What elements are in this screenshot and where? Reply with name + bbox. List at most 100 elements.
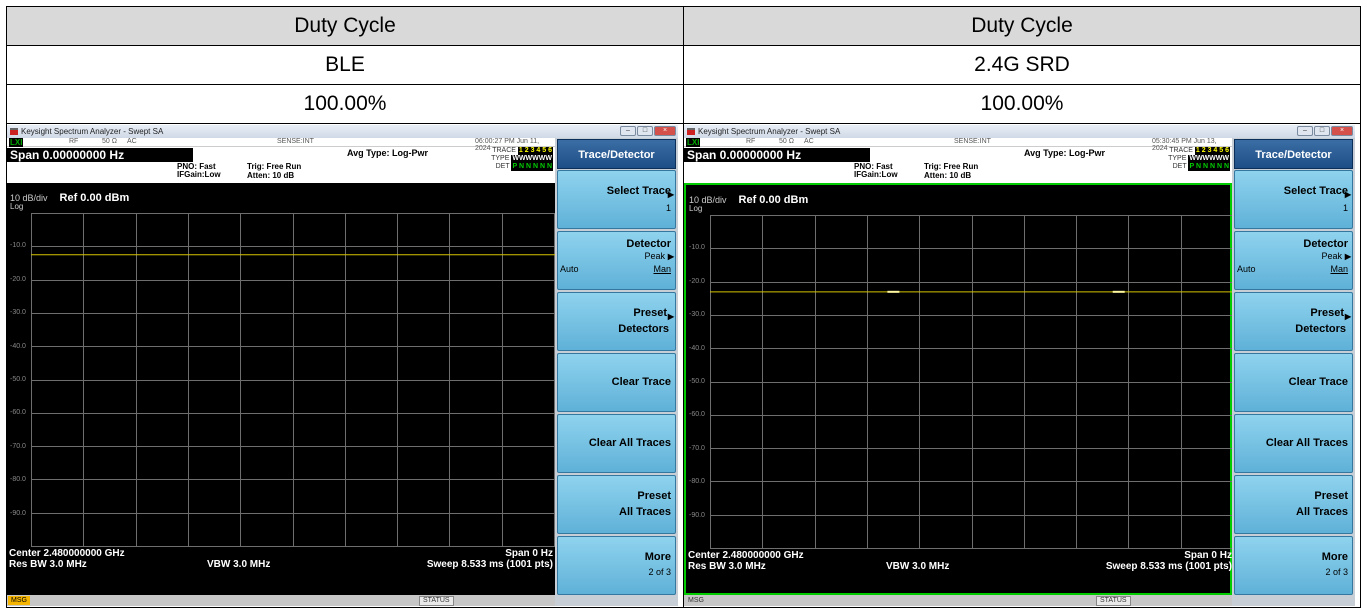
type-label: TYPE — [491, 155, 510, 162]
ref-level: Ref 0.00 dBm — [59, 192, 130, 204]
detector-auto: Auto — [560, 264, 579, 274]
clear-all-traces-button[interactable]: Clear All Traces — [1234, 414, 1353, 473]
detector-button[interactable]: Detector Peak ▶ Auto Man — [557, 231, 676, 290]
y-axis-tick-label: -20.0 — [10, 275, 26, 283]
y-axis-tick-label: -50.0 — [689, 378, 705, 385]
preset-all-label-1: Preset — [1314, 490, 1348, 502]
y-axis-tick-label: -80.0 — [689, 478, 705, 486]
analyzer-cell-ble: Keysight Spectrum Analyzer - Swept SA – … — [6, 123, 684, 608]
type-values: WWWWWW — [511, 155, 553, 163]
header-duty-cycle-srd: Duty Cycle — [683, 6, 1361, 46]
trig-label: Trig: Free Run — [247, 162, 302, 171]
log-label: Log — [689, 204, 703, 213]
clear-trace-button[interactable]: Clear Trace — [1234, 353, 1353, 412]
lxi-indicator: LXI — [686, 138, 701, 147]
menu-title: Trace/Detector — [1234, 139, 1353, 169]
type-label: TYPE — [1168, 155, 1187, 162]
more-button[interactable]: More 2 of 3 — [557, 536, 676, 595]
sense-label: SENSE:INT — [954, 138, 991, 145]
preset-detectors-button[interactable]: Preset ▶ Detectors — [1234, 292, 1353, 351]
minimize-icon[interactable]: – — [1297, 126, 1313, 136]
trace-digits: 1 2 3 4 5 6 — [517, 147, 553, 155]
preset-detectors-label-1: Preset — [1310, 307, 1344, 319]
clear-trace-label: Clear Trace — [611, 376, 671, 388]
mode-srd: 2.4G SRD — [683, 45, 1361, 85]
window-title: Keysight Spectrum Analyzer - Swept SA — [698, 127, 841, 136]
status-indicator[interactable]: STATUS — [419, 596, 454, 606]
center-frequency: Center 2.480000000 GHz — [9, 548, 125, 559]
submenu-arrow-icon: ▶ — [1344, 252, 1351, 261]
duty-value-srd: 100.00% — [683, 84, 1361, 124]
detector-man: Man — [653, 264, 671, 274]
vbw: VBW 3.0 MHz — [207, 559, 271, 570]
maximize-icon[interactable]: □ — [1314, 126, 1330, 136]
clear-trace-button[interactable]: Clear Trace — [557, 353, 676, 412]
maximize-icon[interactable]: □ — [637, 126, 653, 136]
preset-detectors-label-2: Detectors — [1295, 323, 1346, 335]
mode-ble: BLE — [6, 45, 684, 85]
clear-all-traces-label: Clear All Traces — [588, 437, 671, 449]
status-indicator[interactable]: STATUS — [1096, 596, 1131, 606]
message-bar: MSG STATUS — [7, 595, 555, 606]
status-line: LXI RF 50 Ω AC SENSE:INT 06:00:27 PM Jun… — [7, 138, 555, 152]
clear-all-traces-button[interactable]: Clear All Traces — [557, 414, 676, 473]
y-axis-tick-label: -30.0 — [689, 311, 705, 319]
scale-ref: 10 dB/div Ref 0.00 dBm — [689, 194, 808, 206]
close-icon[interactable]: × — [654, 126, 676, 136]
plot-area: 10 dB/div Ref 0.00 dBm Log -10.0 -20.0 -30.… — [7, 183, 555, 595]
lxi-indicator: LXI — [9, 138, 24, 147]
graticule — [710, 215, 1234, 549]
y-axis-tick-label: -70.0 — [10, 442, 26, 450]
window-buttons: – □ × — [620, 126, 676, 136]
detector-button[interactable]: Detector Peak ▶ Auto Man — [1234, 231, 1353, 290]
plot-area: 10 dB/div Ref 0.00 dBm Log -10.0 -20.0 -30.… — [684, 183, 1234, 595]
y-axis-tick-label: -60.0 — [10, 409, 26, 417]
settings-panel: LXI RF 50 Ω AC SENSE:INT 06:00:27 PM Jun… — [7, 138, 555, 183]
more-label: More — [644, 551, 671, 563]
detector-label: Detector — [1303, 238, 1348, 250]
minimize-icon[interactable]: – — [620, 126, 636, 136]
y-axis-tick-label: -10.0 — [10, 242, 26, 250]
window-title: Keysight Spectrum Analyzer - Swept SA — [21, 127, 164, 136]
ifgain-label: IFGain:Low — [854, 170, 898, 179]
spectrum-analyzer-screenshot: Keysight Spectrum Analyzer - Swept SA – … — [684, 125, 1355, 606]
submenu-arrow-icon: ▶ — [1344, 190, 1351, 199]
select-trace-button[interactable]: Select Trace ▶ 1 — [1234, 170, 1353, 229]
res-bw: Res BW 3.0 MHz — [688, 561, 766, 572]
trace-peak — [887, 290, 900, 293]
msg-indicator: MSG — [8, 596, 30, 605]
preset-all-traces-button[interactable]: Preset All Traces — [557, 475, 676, 534]
more-button[interactable]: More 2 of 3 — [1234, 536, 1353, 595]
trace-digits: 1 2 3 4 5 6 — [1194, 147, 1230, 155]
trace-peak — [1112, 290, 1125, 293]
window-buttons: – □ × — [1297, 126, 1353, 136]
y-axis-tick-label: -30.0 — [10, 309, 26, 317]
submenu-arrow-icon: ▶ — [667, 252, 674, 261]
trace-status-box: TRACE 1 2 3 4 5 6 TYPE WWWWWW DET P N N … — [491, 147, 553, 171]
msg-indicator: MSG — [688, 597, 704, 604]
avg-type-label: Avg Type: Log-Pwr — [347, 148, 428, 158]
y-axis-tick-label: -10.0 — [689, 244, 705, 252]
preset-detectors-button[interactable]: Preset ▶ Detectors — [557, 292, 676, 351]
preset-all-traces-button[interactable]: Preset All Traces — [1234, 475, 1353, 534]
select-trace-button[interactable]: Select Trace ▶ 1 — [557, 170, 676, 229]
preset-detectors-label-2: Detectors — [618, 323, 669, 335]
softkey-panel: Trace/Detector Select Trace ▶ 1 Detector… — [1232, 138, 1355, 606]
atten-label: Atten: 10 dB — [924, 171, 972, 180]
impedance-label: 50 Ω — [102, 138, 117, 145]
app-icon — [687, 128, 695, 135]
close-icon[interactable]: × — [1331, 126, 1353, 136]
det-values: P N N N N N — [1188, 163, 1230, 171]
trace-status-box: TRACE 1 2 3 4 5 6 TYPE WWWWWW DET P N N … — [1168, 147, 1230, 171]
atten-label: Atten: 10 dB — [247, 171, 295, 180]
window-titlebar: Keysight Spectrum Analyzer - Swept SA – … — [7, 125, 678, 138]
preset-all-label-2: All Traces — [619, 506, 671, 518]
preset-all-label-2: All Traces — [1296, 506, 1348, 518]
y-axis-tick-label: -50.0 — [10, 376, 26, 383]
select-trace-label: Select Trace — [1283, 185, 1348, 197]
center-frequency: Center 2.480000000 GHz — [688, 550, 804, 561]
y-axis-tick-label: -40.0 — [689, 344, 705, 352]
settings-panel: LXI RF 50 Ω AC SENSE:INT 05:30:45 PM Jun… — [684, 138, 1232, 183]
duty-cycle-table: Duty Cycle Duty Cycle BLE 2.4G SRD 100.0… — [6, 6, 1361, 608]
scale-ref: 10 dB/div Ref 0.00 dBm — [10, 192, 129, 204]
